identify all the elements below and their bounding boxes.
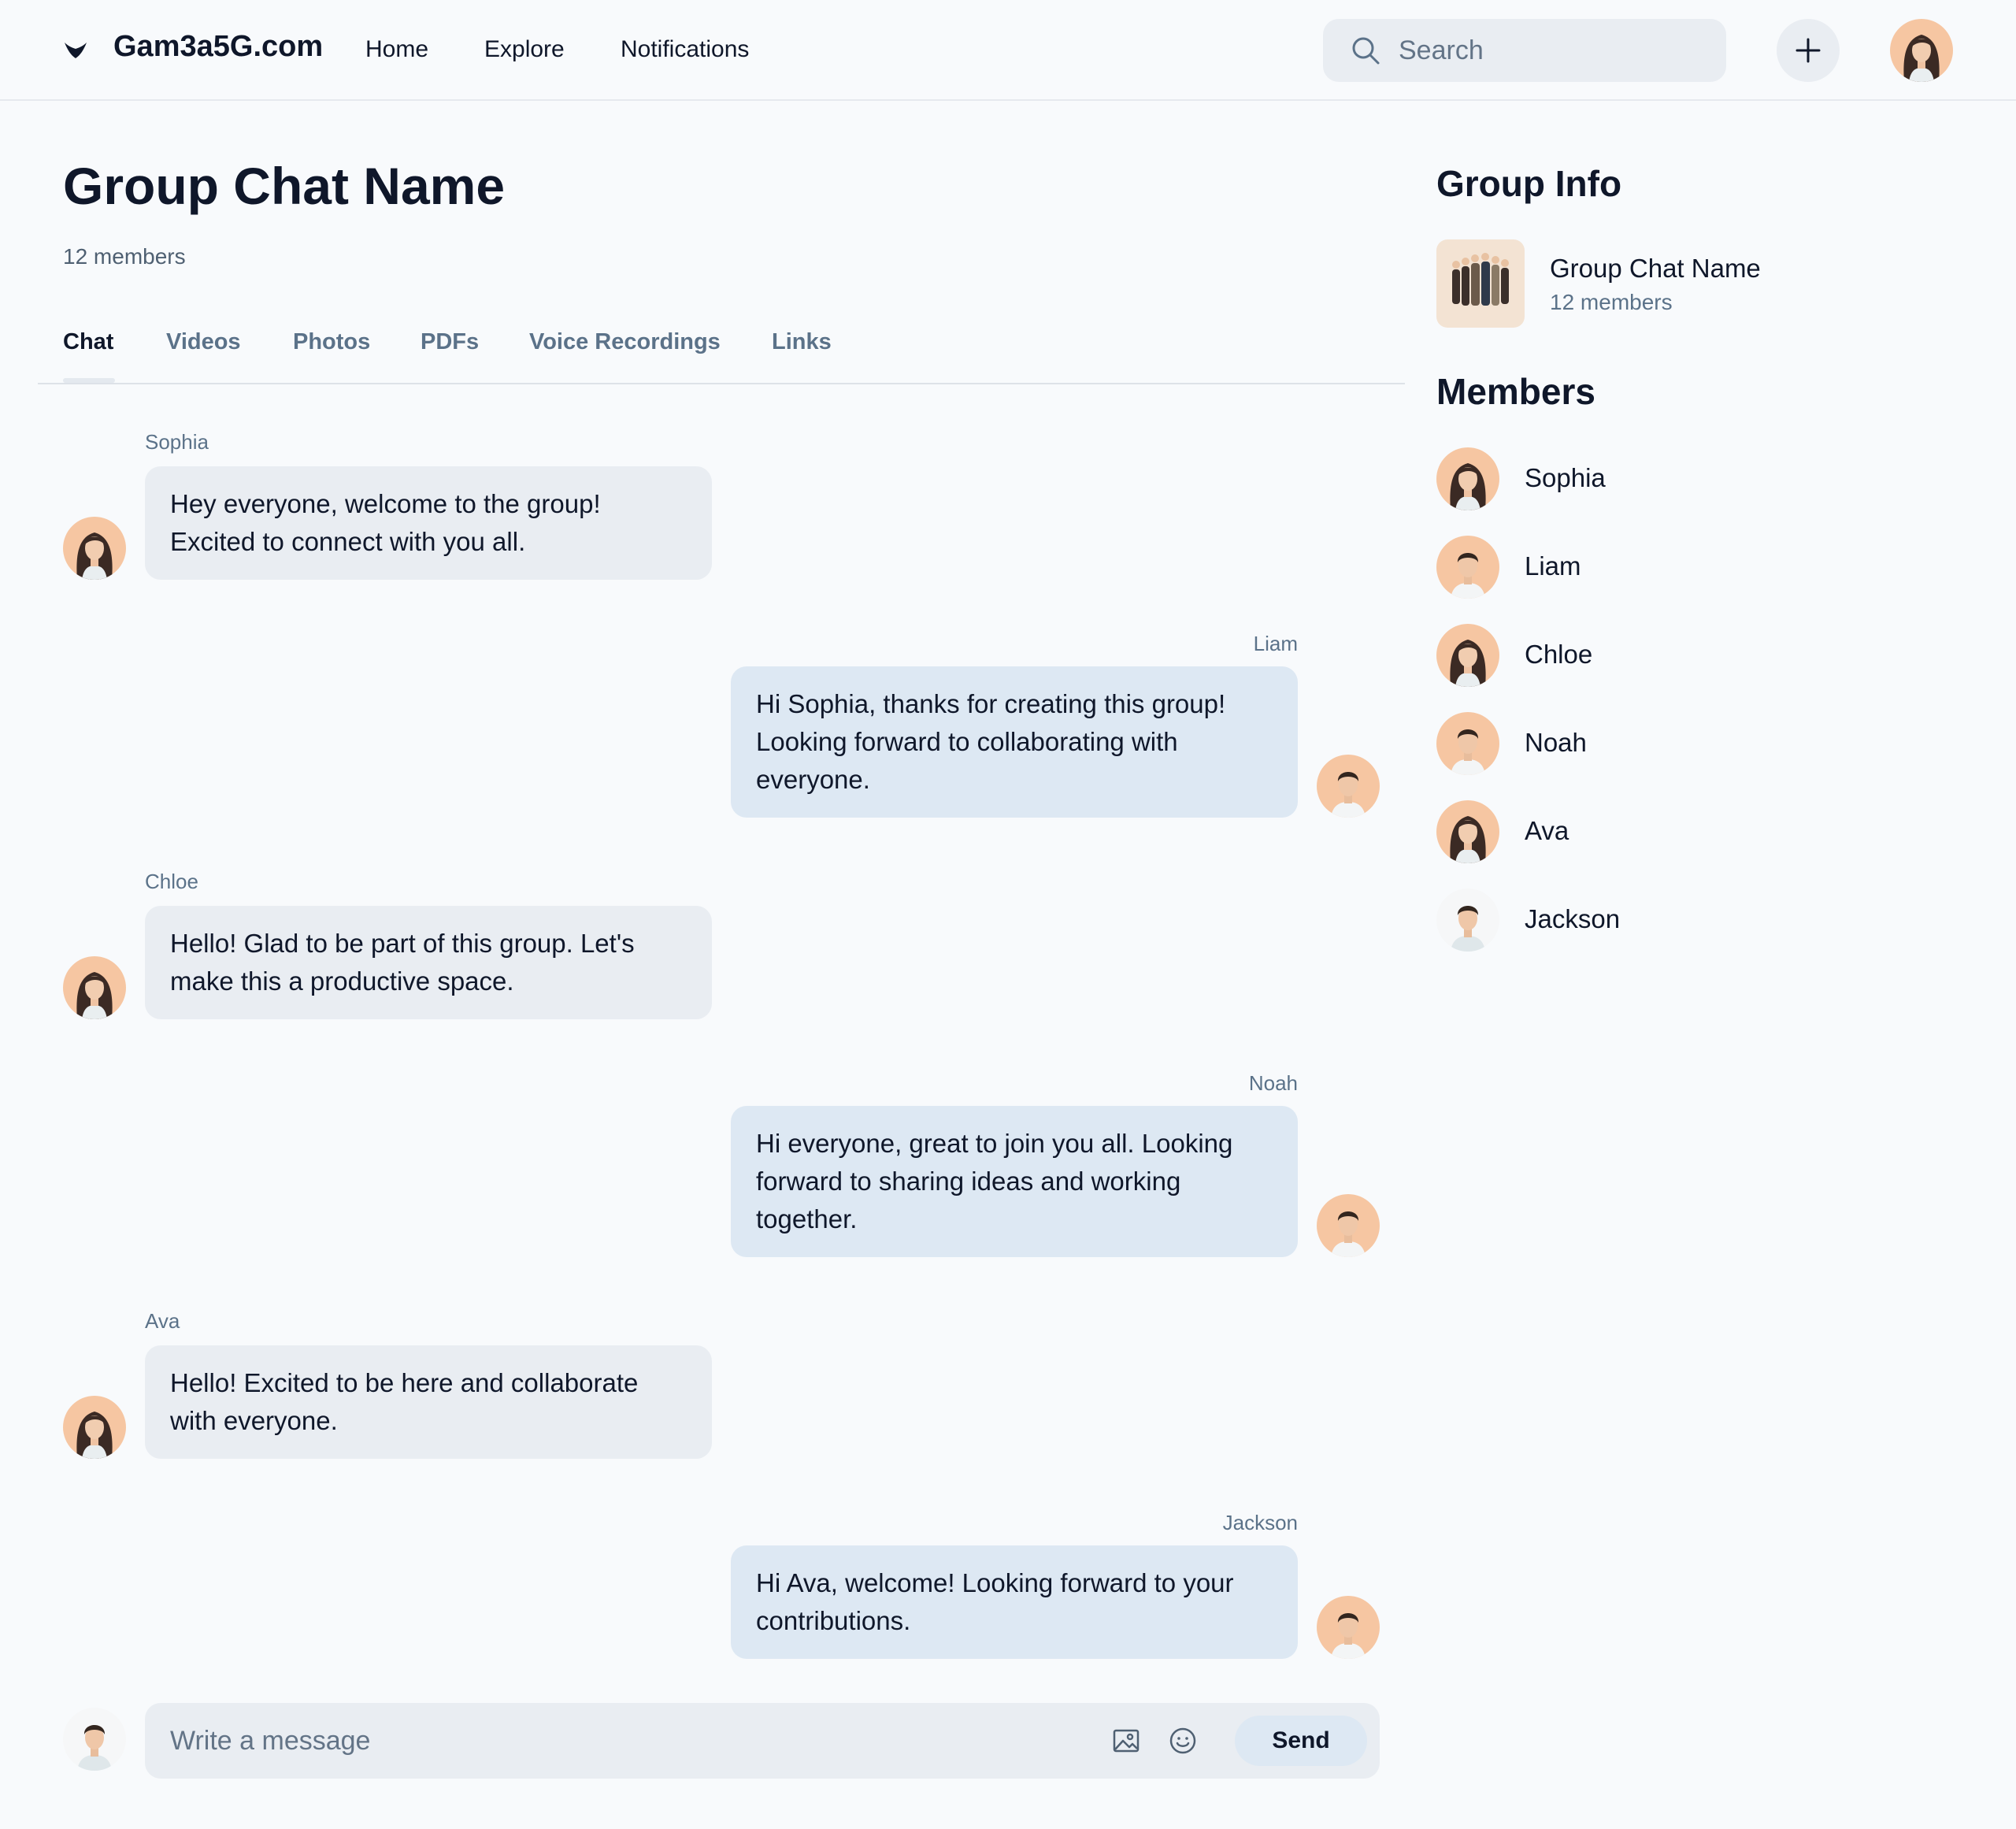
sender-avatar[interactable] [1317,1596,1380,1659]
message-composer: Send [145,1703,1380,1779]
message-sender: Noah [1248,1071,1298,1095]
member-item[interactable]: Liam [1436,536,1940,599]
nav-explore[interactable]: Explore [484,36,565,63]
sender-avatar[interactable] [63,1396,126,1459]
member-name: Liam [1525,551,1581,581]
message-sender: Chloe [145,870,198,893]
search-input[interactable] [1399,32,1706,69]
add-button[interactable] [1777,19,1840,82]
image-icon[interactable] [1112,1727,1140,1755]
brand-name[interactable]: Gam3a5G.com [113,30,323,64]
message-bubble: Hello! Excited to be here and collaborat… [145,1345,712,1459]
search-icon [1352,37,1380,65]
top-nav-bar: Gam3a5G.com Home Explore Notifications [0,0,2016,101]
member-avatar [1436,889,1499,952]
user-profile-avatar[interactable] [1890,19,1953,82]
members-count: 12 members [63,244,186,269]
member-name: Jackson [1525,904,1621,933]
member-name: Noah [1525,728,1587,757]
tab-links[interactable]: Links [772,329,832,355]
group-info-heading: Group Info [1436,163,1622,204]
chat-tabs: Chat Videos Photos PDFs Voice Recordings… [38,318,1405,384]
message-sender: Ava [145,1309,180,1333]
message-bubble: Hello! Glad to be part of this group. Le… [145,906,712,1019]
group-members-count: 12 members [1550,290,1673,314]
plus-icon [1796,38,1821,63]
member-item[interactable]: Chloe [1436,624,1940,687]
sender-avatar[interactable] [1317,1194,1380,1257]
member-avatar [1436,447,1499,510]
message-sender: Jackson [1222,1511,1298,1534]
page-title: Group Chat Name [63,157,506,215]
tab-voice-recordings[interactable]: Voice Recordings [529,329,721,355]
member-name: Sophia [1525,463,1606,492]
tab-pdfs[interactable]: PDFs [421,329,479,355]
member-avatar [1436,624,1499,687]
message-bubble: Hi everyone, great to join you all. Look… [731,1106,1298,1257]
nav-notifications[interactable]: Notifications [621,36,749,63]
active-tab-indicator [63,378,115,383]
current-user-avatar [63,1708,126,1771]
member-avatar [1436,536,1499,599]
member-name: Chloe [1525,640,1593,669]
member-avatar [1436,800,1499,863]
sender-avatar[interactable] [63,956,126,1019]
search-bar [1323,19,1726,82]
message-sender: Sophia [145,430,209,454]
member-item[interactable]: Sophia [1436,447,1940,510]
emoji-icon[interactable] [1169,1727,1197,1755]
member-item[interactable]: Noah [1436,712,1940,775]
message-sender: Liam [1253,632,1298,655]
member-name: Ava [1525,816,1569,845]
group-photo[interactable] [1436,239,1525,328]
send-button[interactable]: Send [1235,1716,1367,1766]
sender-avatar[interactable] [1317,755,1380,818]
message-bubble: Hey everyone, welcome to the group! Exci… [145,466,712,580]
member-item[interactable]: Jackson [1436,889,1940,952]
tab-chat[interactable]: Chat [63,329,113,355]
group-name: Group Chat Name [1550,254,1761,283]
member-avatar [1436,712,1499,775]
sender-avatar[interactable] [63,517,126,580]
nav-home[interactable]: Home [365,36,428,63]
logo-icon[interactable] [63,39,88,61]
message-bubble: Hi Ava, welcome! Looking forward to your… [731,1545,1298,1659]
tab-videos[interactable]: Videos [166,329,241,355]
message-bubble: Hi Sophia, thanks for creating this grou… [731,666,1298,818]
message-input[interactable] [170,1722,1076,1760]
tab-photos[interactable]: Photos [293,329,370,355]
member-item[interactable]: Ava [1436,800,1940,863]
members-heading: Members [1436,371,1595,412]
